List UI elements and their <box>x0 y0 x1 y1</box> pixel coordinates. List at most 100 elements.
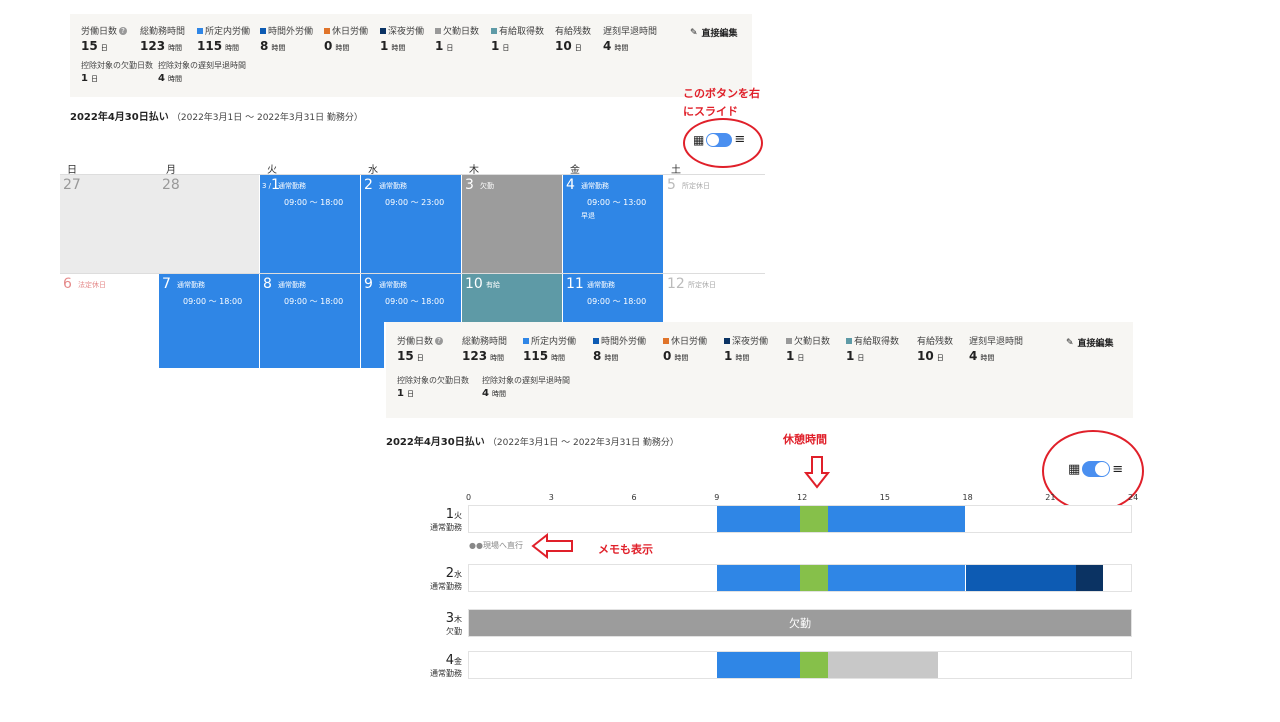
stat-label-text: 控除対象の欠勤日数 <box>81 61 153 70</box>
timeline-bar[interactable]: 欠勤 <box>468 609 1132 637</box>
time-segment <box>965 565 1076 591</box>
day-time: 09:00 ～ 18:00 <box>385 297 445 306</box>
help-icon[interactable]: ? <box>435 336 444 345</box>
day-status: 通常勤務 <box>278 281 306 289</box>
stat-number: 1 <box>435 39 444 53</box>
stat-item: 有給残数 10 日 <box>917 334 953 363</box>
stat-label: 有給残数 <box>917 334 953 347</box>
stat-unit: 時間 <box>614 44 629 52</box>
timeline-bar[interactable] <box>468 505 1132 533</box>
stat-label: 有給取得数 <box>491 24 544 37</box>
time-segment <box>827 565 966 591</box>
stat-number: 123 <box>140 39 166 53</box>
memo-text: ●●現場へ直行 <box>469 541 523 550</box>
stat-unit: 時間 <box>490 354 505 362</box>
time-segment <box>1075 565 1104 591</box>
toggle-highlight-ring <box>683 118 763 168</box>
calendar-day[interactable]: 8 通常勤務 09:00 ～ 18:00 <box>260 274 360 368</box>
stat-item: 遅刻早退時間 4 時間 <box>603 24 657 53</box>
day-number: 8 <box>263 276 272 292</box>
stat-label: 時間外労働 <box>593 334 646 347</box>
row-day-label: 3木 欠勤 <box>422 607 462 637</box>
day-number: 5 <box>667 177 676 193</box>
time-segment <box>800 506 828 532</box>
help-icon[interactable]: ? <box>119 26 128 35</box>
stat-number: 1 <box>397 388 404 399</box>
calendar-day[interactable]: 6 法定休日 <box>60 274 160 368</box>
stat-unit: 時間 <box>335 44 350 52</box>
timeline-bar[interactable] <box>468 651 1132 679</box>
day-number: 2 <box>445 566 454 581</box>
stat-unit: 時間 <box>271 44 286 52</box>
calendar-day[interactable]: 27 <box>60 175 160 273</box>
legend-swatch <box>846 337 852 344</box>
axis-tick-label: 9 <box>714 493 720 502</box>
annotation-slide-1: このボタンを右 <box>683 87 760 100</box>
stat-label: 有給残数 <box>555 24 591 37</box>
calendar-day[interactable]: 3 /1 通常勤務 09:00 ～ 18:00 <box>260 175 360 273</box>
stat-item: 欠勤日数 1 日 <box>435 24 479 53</box>
stat-label-text: 時間外労働 <box>268 27 314 37</box>
day-status: 通常勤務 <box>177 281 205 289</box>
day-time: 09:00 ～ 18:00 <box>284 198 344 207</box>
stat-label: 深夜労働 <box>724 334 768 347</box>
axis-tick-label: 18 <box>962 493 973 502</box>
stat-value: 4 時間 <box>482 388 570 399</box>
stat-unit: 日 <box>574 44 582 52</box>
stat-value: 123 時間 <box>462 349 507 363</box>
annotation-slide-2: にスライド <box>683 105 738 118</box>
direct-edit-button-front[interactable]: ✎ 直接編集 <box>1066 336 1114 350</box>
stat-unit: 時間 <box>551 354 566 362</box>
day-status: 所定休日 <box>682 182 710 190</box>
pay-title: 2022年4月30日払い <box>70 112 169 123</box>
stat-label-text: 控除対象の欠勤日数 <box>397 376 469 385</box>
stat-label-text: 時間外労働 <box>601 337 647 347</box>
legend-swatch <box>260 27 266 34</box>
day-time: 09:00 ～ 18:00 <box>284 297 344 306</box>
stat-label: 欠勤日数 <box>786 334 830 347</box>
timeline-bar[interactable] <box>468 564 1132 592</box>
stat-value: 10 日 <box>555 39 591 53</box>
stat-value: 15 日 <box>397 349 443 363</box>
calendar-day[interactable]: 5 所定休日 <box>664 175 764 273</box>
stat-unit: 時間 <box>674 354 689 362</box>
calendar-day[interactable]: 3 欠勤 <box>462 175 562 273</box>
time-segment <box>800 565 828 591</box>
day-time: 09:00 ～ 23:00 <box>385 198 445 207</box>
sub-stat-item: 控除対象の欠勤日数 1 日 <box>397 375 469 399</box>
calendar-day[interactable]: 28 <box>159 175 259 273</box>
stat-number: 10 <box>555 39 572 53</box>
stat-number: 4 <box>603 39 612 53</box>
day-number: 6 <box>63 276 72 292</box>
weekday: 木 <box>454 615 462 624</box>
legend-swatch <box>380 27 386 34</box>
direct-edit-button[interactable]: ✎ 直接編集 <box>690 26 738 40</box>
day-status: 通常勤務 <box>379 281 407 289</box>
day-number: 2 <box>364 177 373 193</box>
stat-label: 控除対象の欠勤日数 <box>81 60 153 71</box>
stat-item: 有給取得数 1 日 <box>491 24 544 53</box>
axis-tick-label: 0 <box>466 493 472 502</box>
stat-number: 1 <box>81 73 88 84</box>
calendar-day[interactable]: 7 通常勤務 09:00 ～ 18:00 <box>159 274 259 368</box>
stat-number: 1 <box>786 349 795 363</box>
stat-unit: 日 <box>446 44 454 52</box>
legend-swatch <box>491 27 497 34</box>
stat-value: 15 日 <box>81 39 127 53</box>
stat-value: 1日 <box>81 73 153 84</box>
calendar-day[interactable]: 4 通常勤務 09:00 ～ 13:00 早退 <box>563 175 663 273</box>
stat-label-text: 所定内労働 <box>531 337 577 347</box>
row-day-label: 1火 通常勤務 <box>422 503 462 533</box>
pay-period: （2022年3月1日 ～ 2022年3月31日 勤務分） <box>487 438 679 448</box>
day-number: 12 <box>667 276 685 292</box>
row-day-label: 4金 通常勤務 <box>422 649 462 679</box>
day-status: 通常勤務 <box>581 182 609 190</box>
stat-unit: 日 <box>936 354 944 362</box>
stat-label-text: 労働日数 <box>397 337 434 347</box>
stat-label: 有給取得数 <box>846 334 899 347</box>
day-number: 3 <box>465 177 474 193</box>
day-status: 所定休日 <box>688 281 716 289</box>
day-number: 1 <box>445 507 454 522</box>
calendar-day[interactable]: 2 通常勤務 09:00 ～ 23:00 <box>361 175 461 273</box>
stat-item: 総勤務時間 123 時間 <box>462 334 507 363</box>
